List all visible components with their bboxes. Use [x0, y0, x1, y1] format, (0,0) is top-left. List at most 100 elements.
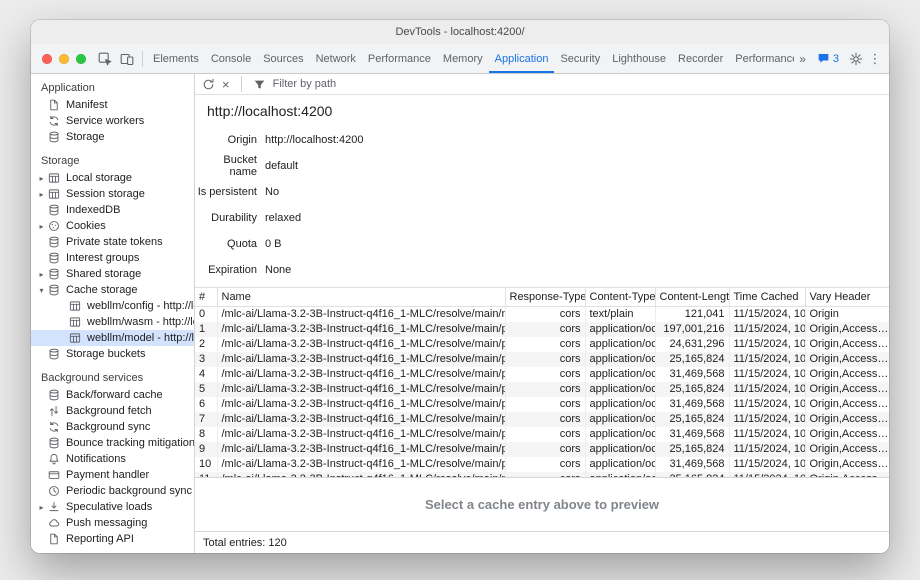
cell-num: 4: [195, 367, 217, 382]
more-options-icon[interactable]: ⋮: [867, 44, 889, 73]
download-icon: [47, 501, 61, 514]
close-window-button[interactable]: [42, 54, 52, 64]
cache-entry-row-10[interactable]: 10/mlc-ai/Llama-3.2-3B-Instruct-q4f16_1-…: [195, 457, 889, 472]
filter-icon[interactable]: [253, 78, 266, 91]
sidebar-item-storage-buckets[interactable]: Storage buckets: [31, 346, 194, 362]
sidebar-item-shared-storage[interactable]: ▸ Shared storage: [31, 266, 194, 282]
tab-application[interactable]: Application: [489, 44, 555, 73]
tab-network[interactable]: Network: [310, 44, 362, 73]
sidebar-item-webllm-model-http-loc[interactable]: webllm/model - http://loc…: [31, 330, 194, 346]
column-header-vary-header[interactable]: Vary Header: [805, 288, 889, 306]
cache-entry-row-1[interactable]: 1/mlc-ai/Llama-3.2-3B-Instruct-q4f16_1-M…: [195, 322, 889, 337]
sidebar-item-storage[interactable]: Storage: [31, 129, 194, 145]
refresh-icon[interactable]: [202, 78, 215, 91]
cache-entry-row-2[interactable]: 2/mlc-ai/Llama-3.2-3B-Instruct-q4f16_1-M…: [195, 337, 889, 352]
chevron-right-icon[interactable]: ▸: [36, 222, 47, 231]
chevron-down-icon[interactable]: ▾: [36, 286, 47, 295]
sidebar-item-cookies[interactable]: ▸ Cookies: [31, 218, 194, 234]
sidebar-item-bounce-tracking-mitigations[interactable]: Bounce tracking mitigations: [31, 435, 194, 451]
tab-lighthouse[interactable]: Lighthouse: [606, 44, 672, 73]
sidebar-item-local-storage[interactable]: ▸Local storage: [31, 170, 194, 186]
issues-button[interactable]: 3: [811, 44, 845, 73]
cell-content-length: 25,165,824: [655, 382, 729, 397]
cell-vary-header: Origin,Access…: [805, 412, 889, 427]
sidebar-item-label: Payment handler: [66, 469, 149, 481]
tab-sources[interactable]: Sources: [257, 44, 309, 73]
cell-num: 10: [195, 457, 217, 472]
cache-entry-row-3[interactable]: 3/mlc-ai/Llama-3.2-3B-Instruct-q4f16_1-M…: [195, 352, 889, 367]
column-header-content-length[interactable]: Content-Length: [655, 288, 729, 306]
window-titlebar[interactable]: DevTools - localhost:4200/: [31, 20, 889, 44]
sidebar-item-label: Private state tokens: [66, 236, 163, 248]
tab-security[interactable]: Security: [554, 44, 606, 73]
zoom-window-button[interactable]: [76, 54, 86, 64]
sidebar-item-reporting-api[interactable]: Reporting API: [31, 531, 194, 547]
database-icon: [47, 252, 61, 265]
sidebar-item-label: Cookies: [66, 220, 106, 232]
database-icon: [47, 348, 61, 361]
column-header-content-type[interactable]: Content-Type: [585, 288, 655, 306]
sidebar-item-manifest[interactable]: Manifest: [31, 97, 194, 113]
sidebar-item-background-sync[interactable]: Background sync: [31, 419, 194, 435]
sidebar-item-service-workers[interactable]: Service workers: [31, 113, 194, 129]
column-header-time-cached[interactable]: Time Cached: [729, 288, 805, 306]
sidebar-item-speculative-loads[interactable]: ▸Speculative loads: [31, 499, 194, 515]
cache-entry-row-7[interactable]: 7/mlc-ai/Llama-3.2-3B-Instruct-q4f16_1-M…: [195, 412, 889, 427]
more-tabs-button[interactable]: »: [794, 44, 811, 73]
chevron-right-icon[interactable]: ▸: [36, 190, 47, 199]
sidebar-item-notifications[interactable]: Notifications: [31, 451, 194, 467]
sidebar-item-cache-storage[interactable]: ▾ Cache storage: [31, 282, 194, 298]
device-toolbar-icon[interactable]: [116, 44, 138, 73]
sidebar-item-interest-groups[interactable]: Interest groups: [31, 250, 194, 266]
chevron-right-icon[interactable]: ▸: [36, 174, 47, 183]
tab-label: Security: [560, 53, 600, 65]
sidebar-item-push-messaging[interactable]: Push messaging: [31, 515, 194, 531]
sidebar-item-label: Shared storage: [66, 268, 141, 280]
cache-entries-table: #NameResponse-TypeContent-TypeContent-Le…: [195, 288, 889, 477]
sidebar-item-label: Interest groups: [66, 252, 139, 264]
cache-entry-row-8[interactable]: 8/mlc-ai/Llama-3.2-3B-Instruct-q4f16_1-M…: [195, 427, 889, 442]
cell-response-type: cors: [505, 457, 585, 472]
metadata-value: default: [265, 160, 298, 172]
cache-entry-row-9[interactable]: 9/mlc-ai/Llama-3.2-3B-Instruct-q4f16_1-M…: [195, 442, 889, 457]
cell-response-type: cors: [505, 442, 585, 457]
sidebar-item-indexeddb[interactable]: IndexedDB: [31, 202, 194, 218]
metadata-label: Is persistent: [195, 186, 257, 198]
tab-console[interactable]: Console: [205, 44, 257, 73]
tab-recorder[interactable]: Recorder: [672, 44, 729, 73]
tab-elements[interactable]: Elements: [147, 44, 205, 73]
cell-content-length: 25,165,824: [655, 412, 729, 427]
sidebar-item-session-storage[interactable]: ▸Session storage: [31, 186, 194, 202]
sidebar-item-webllm-config-http-loc[interactable]: webllm/config - http://loc…: [31, 298, 194, 314]
cell-content-type: application/oc…: [585, 337, 655, 352]
cache-entry-row-4[interactable]: 4/mlc-ai/Llama-3.2-3B-Instruct-q4f16_1-M…: [195, 367, 889, 382]
inspect-element-icon[interactable]: [94, 44, 116, 73]
cache-entry-row-0[interactable]: 0/mlc-ai/Llama-3.2-3B-Instruct-q4f16_1-M…: [195, 306, 889, 322]
tab-memory[interactable]: Memory: [437, 44, 489, 73]
tab-performance-insights[interactable]: Performance insights: [729, 44, 794, 73]
column-header-num[interactable]: #: [195, 288, 217, 306]
minimize-window-button[interactable]: [59, 54, 69, 64]
traffic-lights: [31, 44, 94, 73]
chevron-right-icon[interactable]: ▸: [36, 270, 47, 279]
clear-icon[interactable]: ×: [222, 78, 230, 91]
column-header-name[interactable]: Name: [217, 288, 505, 306]
sidebar-item-webllm-wasm-http-loca[interactable]: webllm/wasm - http://loca…: [31, 314, 194, 330]
sidebar-item-payment-handler[interactable]: Payment handler: [31, 467, 194, 483]
sidebar-item-label: Storage: [66, 131, 105, 143]
cell-content-type: application/oc…: [585, 367, 655, 382]
cache-entry-row-5[interactable]: 5/mlc-ai/Llama-3.2-3B-Instruct-q4f16_1-M…: [195, 382, 889, 397]
sidebar-item-background-fetch[interactable]: Background fetch: [31, 403, 194, 419]
sidebar-item-label: Cache storage: [66, 284, 138, 296]
tab-label: Network: [316, 53, 356, 65]
cache-entry-row-6[interactable]: 6/mlc-ai/Llama-3.2-3B-Instruct-q4f16_1-M…: [195, 397, 889, 412]
settings-gear-icon[interactable]: [845, 44, 867, 73]
chevron-right-icon[interactable]: ▸: [36, 503, 47, 512]
tab-performance[interactable]: Performance: [362, 44, 437, 73]
filter-by-path-input[interactable]: [273, 78, 493, 90]
sidebar-item-periodic-background-sync[interactable]: Periodic background sync: [31, 483, 194, 499]
sidebar-item-back-forward-cache[interactable]: Back/forward cache: [31, 387, 194, 403]
column-header-response-type[interactable]: Response-Type: [505, 288, 585, 306]
cell-num: 6: [195, 397, 217, 412]
sidebar-item-private-state-tokens[interactable]: Private state tokens: [31, 234, 194, 250]
